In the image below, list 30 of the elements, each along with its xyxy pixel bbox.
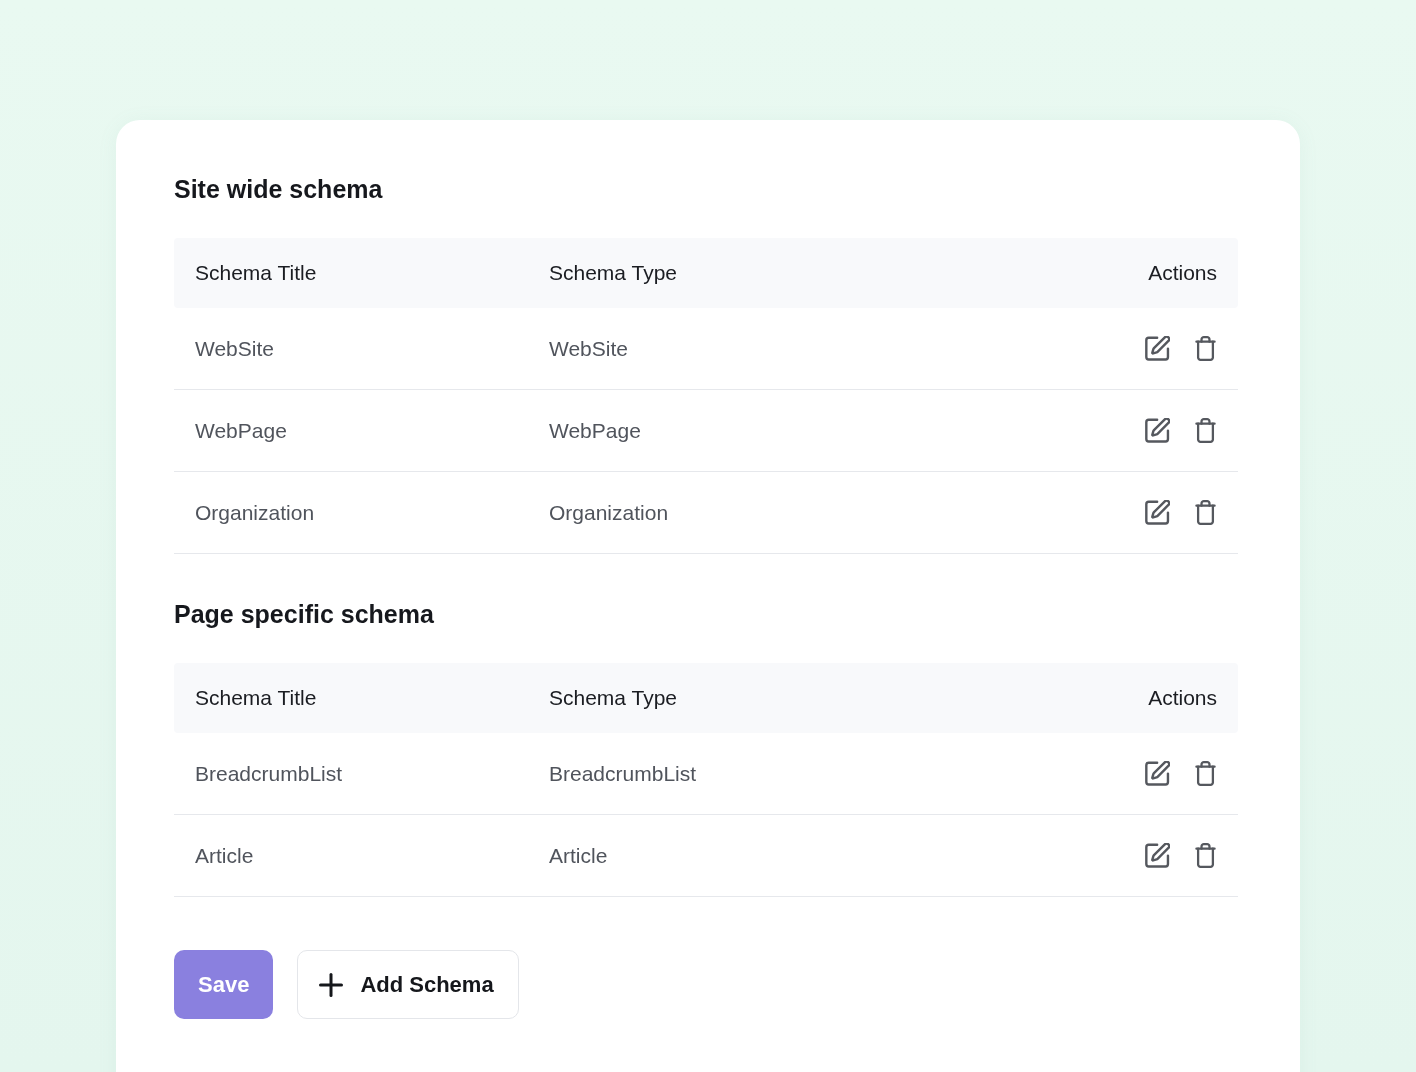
column-header: Schema Type [549,686,678,710]
table-cell: WebSite [195,336,274,361]
edit-icon[interactable] [1145,336,1170,361]
table-cell: Organization [195,500,315,525]
column-header: Schema Type [549,261,678,285]
table-cell: BreadcrumbList [195,761,343,786]
edit-icon[interactable] [1145,843,1170,868]
trash-icon[interactable] [1194,418,1217,443]
add-schema-button[interactable]: Add Schema [297,950,519,1019]
table-cell: Article [549,843,608,868]
table-cell: Organization [549,500,669,525]
column-header: Schema Title [195,261,317,285]
edit-icon[interactable] [1145,500,1170,525]
column-header: Schema Title [195,686,317,710]
column-header: Actions [1148,261,1217,285]
section-title: Site wide schema [174,174,383,204]
trash-icon[interactable] [1194,336,1217,361]
table-cell: BreadcrumbList [549,761,697,786]
section-title: Page specific schema [174,599,434,629]
trash-icon[interactable] [1194,843,1217,868]
table-cell: Article [195,843,254,868]
trash-icon[interactable] [1194,761,1217,786]
edit-icon[interactable] [1145,418,1170,443]
table-cell: WebPage [549,418,641,443]
trash-icon[interactable] [1194,500,1217,525]
plus-icon [319,972,344,997]
table-cell: WebSite [549,336,628,361]
table-cell: WebPage [195,418,287,443]
column-header: Actions [1148,686,1217,710]
edit-icon[interactable] [1145,761,1170,786]
